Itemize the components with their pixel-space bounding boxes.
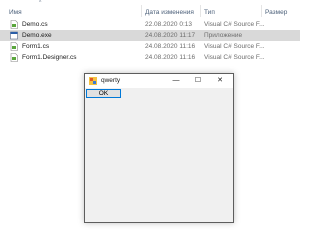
file-type: Приложение <box>204 31 243 39</box>
column-header-name[interactable]: Имя <box>9 9 22 16</box>
window-titlebar[interactable]: qwerty — ☐ ✕ <box>85 74 233 88</box>
file-date: 24.08.2020 11:16 <box>145 53 196 61</box>
window-title: qwerty <box>101 77 121 84</box>
column-divider[interactable] <box>200 5 201 17</box>
csharp-file-icon <box>10 42 18 51</box>
file-date: 24.08.2020 11:16 <box>145 42 196 50</box>
file-row[interactable]: Form1.cs 24.08.2020 11:16 Visual C# Sour… <box>0 41 300 52</box>
window-client-area: OK <box>85 88 233 222</box>
maximize-icon[interactable]: ☐ <box>187 74 209 88</box>
file-type: Visual C# Source F... <box>204 53 265 61</box>
file-type: Visual C# Source F... <box>204 20 265 28</box>
csharp-file-icon <box>10 53 18 62</box>
sort-ascending-icon: ^ <box>39 0 42 6</box>
exe-file-icon <box>10 31 18 40</box>
column-header-row: ^ Имя Дата изменения Тип Размер <box>0 0 300 17</box>
file-row[interactable]: Demo.exe 24.08.2020 11:17 Приложение <box>0 30 300 41</box>
file-name: Form1.Designer.cs <box>22 53 77 61</box>
app-icon <box>89 77 97 85</box>
ok-button[interactable]: OK <box>86 89 121 98</box>
file-name: Demo.cs <box>22 20 48 28</box>
column-header-date[interactable]: Дата изменения <box>145 9 194 16</box>
column-divider[interactable] <box>141 5 142 17</box>
close-icon[interactable]: ✕ <box>209 74 231 88</box>
form-window[interactable]: qwerty — ☐ ✕ OK <box>84 73 234 223</box>
minimize-icon[interactable]: — <box>165 74 187 88</box>
file-type: Visual C# Source F... <box>204 42 265 50</box>
column-divider[interactable] <box>261 5 262 17</box>
file-row[interactable]: Form1.Designer.cs 24.08.2020 11:16 Visua… <box>0 52 300 63</box>
file-name: Form1.cs <box>22 42 50 50</box>
file-row[interactable]: Demo.cs 22.08.2020 0:13 Visual C# Source… <box>0 19 300 30</box>
csharp-file-icon <box>10 20 18 29</box>
column-header-type[interactable]: Тип <box>204 9 215 16</box>
file-date: 22.08.2020 0:13 <box>145 20 192 28</box>
file-name: Demo.exe <box>22 31 52 39</box>
file-date: 24.08.2020 11:17 <box>145 31 196 39</box>
column-header-size[interactable]: Размер <box>265 9 287 16</box>
